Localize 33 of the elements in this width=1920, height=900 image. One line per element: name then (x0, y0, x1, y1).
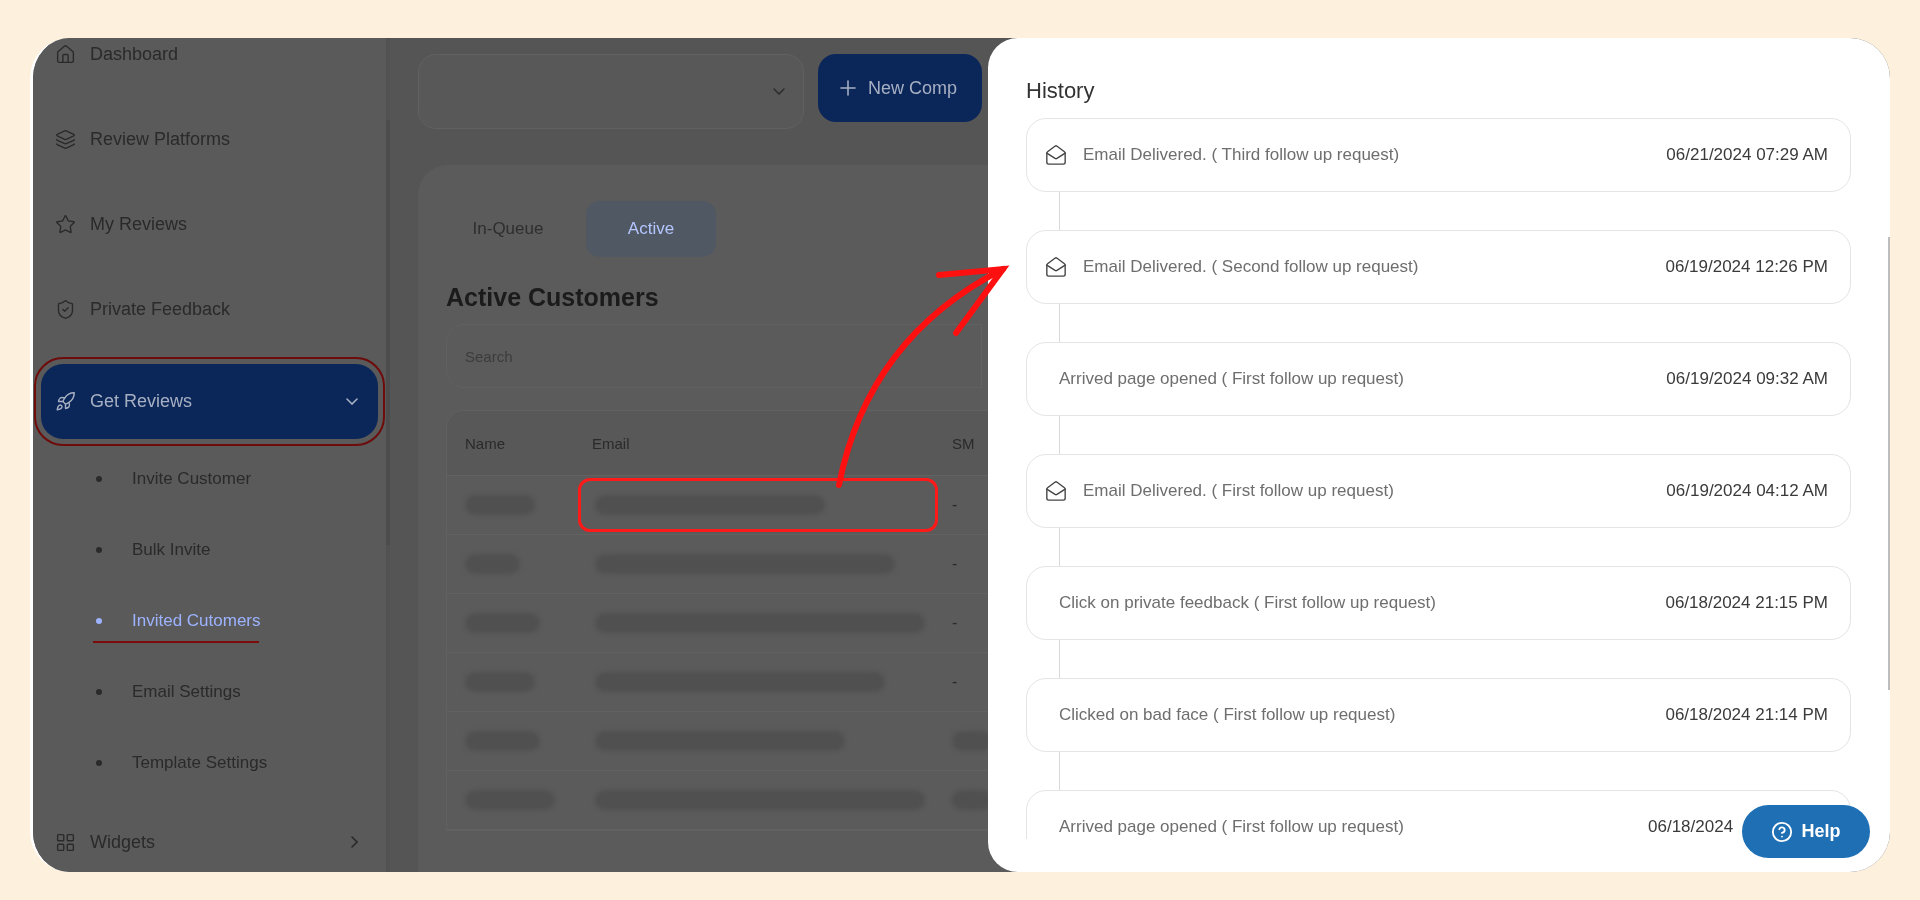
history-entry: Clicked on bad face ( First follow up request) 06/18/2024 21:14 PM (1026, 678, 1851, 752)
home-icon (55, 43, 76, 65)
grid-icon (55, 831, 76, 853)
table-cell: - (952, 555, 958, 573)
layers-icon (55, 128, 76, 150)
history-entry: Email Delivered. ( Second follow up request) 06/19/2024 12:26 PM (1026, 230, 1851, 304)
history-entry: Click on private feedback ( First follow up request) 06/18/2024 21:15 PM (1026, 566, 1851, 640)
history-entry: Arrived page opened ( First follow up request) 06/19/2024 09:32 AM (1026, 342, 1851, 416)
tab[interactable]: Active (586, 201, 716, 257)
table-cell: - (952, 614, 958, 632)
help-button[interactable]: Help (1742, 805, 1870, 858)
panel-title: History (1026, 78, 1096, 104)
table-cell: - (952, 496, 958, 514)
shield-icon (55, 298, 76, 320)
history-entry: Email Delivered. ( Third follow up request) 06/21/2024 07:29 AM (1026, 118, 1851, 192)
table-cell: - (952, 673, 958, 691)
timeline-line (1059, 192, 1060, 230)
new-button[interactable]: New Comp (818, 54, 982, 122)
envelope-icon (1045, 144, 1067, 166)
help-icon (1771, 820, 1794, 843)
company-select[interactable] (418, 54, 804, 129)
rocket-icon (55, 391, 76, 412)
star-icon (55, 213, 76, 235)
timeline-line (1059, 416, 1060, 454)
envelope-icon (1045, 480, 1067, 502)
timeline-line (1059, 528, 1060, 566)
section-heading: Active Customers (446, 283, 659, 312)
timeline-line (1059, 640, 1060, 678)
chevron-icon (773, 88, 785, 95)
envelope-icon (1045, 256, 1067, 278)
submenu-item[interactable]: Invited Cutomers (41, 585, 378, 656)
timeline-line (1059, 304, 1060, 342)
history-entry: Email Delivered. ( First follow up request) 06/19/2024 04:12 AM (1026, 454, 1851, 528)
